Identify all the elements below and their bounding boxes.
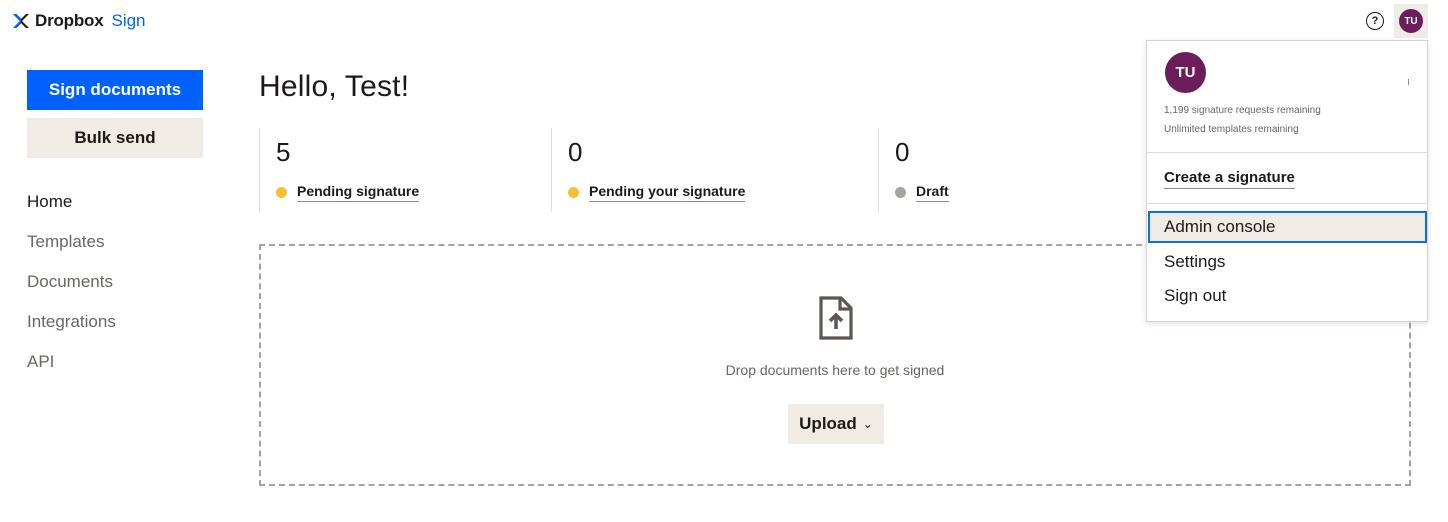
user-dropdown-menu: TU 1,199 signature requests remaining Un… bbox=[1146, 40, 1428, 322]
upload-button[interactable]: Upload ⌄ bbox=[788, 404, 884, 444]
document-upload-icon bbox=[819, 296, 853, 340]
upload-label: Upload bbox=[799, 414, 857, 433]
dropzone-text: Drop documents here to get signed bbox=[725, 362, 945, 378]
menu-item-sign-out[interactable]: Sign out bbox=[1148, 280, 1427, 312]
sign-documents-button[interactable]: Sign documents bbox=[27, 70, 203, 110]
status-dot bbox=[568, 187, 579, 198]
user-menu-button[interactable]: TU bbox=[1394, 4, 1428, 38]
menu-divider bbox=[1147, 203, 1427, 204]
avatar: TU bbox=[1399, 9, 1423, 33]
sidebar-nav: Home Templates Documents Integrations AP… bbox=[27, 190, 116, 390]
help-icon[interactable]: ? bbox=[1366, 12, 1384, 30]
stat-pending-your-signature: 0 Pending your signature bbox=[551, 128, 878, 212]
menu-divider bbox=[1147, 152, 1427, 153]
page-title: Hello, Test! bbox=[259, 70, 410, 103]
stat-count: 0 bbox=[568, 137, 583, 167]
stat-count: 5 bbox=[276, 137, 291, 167]
stat-count: 0 bbox=[895, 137, 910, 167]
brand-product: Sign bbox=[111, 11, 146, 30]
requests-remaining: 1,199 signature requests remaining bbox=[1164, 105, 1321, 116]
sidebar-item-api[interactable]: API bbox=[27, 350, 116, 390]
sidebar-item-documents[interactable]: Documents bbox=[27, 270, 116, 310]
dropbox-logo-icon bbox=[13, 14, 29, 28]
avatar: TU bbox=[1165, 52, 1206, 93]
bulk-send-button[interactable]: Bulk send bbox=[27, 118, 203, 158]
brand-name: Dropbox bbox=[35, 11, 104, 30]
sidebar-item-home[interactable]: Home bbox=[27, 190, 116, 230]
status-dot bbox=[276, 187, 287, 198]
status-dot bbox=[895, 187, 906, 198]
dropbox-sign-logo[interactable]: Dropbox Sign bbox=[12, 10, 146, 32]
menu-caret bbox=[1408, 79, 1409, 85]
stat-link[interactable]: Pending your signature bbox=[589, 183, 746, 202]
sidebar-item-templates[interactable]: Templates bbox=[27, 230, 116, 270]
templates-remaining: Unlimited templates remaining bbox=[1164, 124, 1299, 135]
stat-link[interactable]: Draft bbox=[916, 183, 949, 202]
stat-draft: 0 Draft bbox=[878, 128, 1138, 212]
stat-pending-signature: 5 Pending signature bbox=[259, 128, 551, 212]
sidebar-item-integrations[interactable]: Integrations bbox=[27, 310, 116, 350]
menu-item-settings[interactable]: Settings bbox=[1148, 246, 1427, 278]
create-signature-link[interactable]: Create a signature bbox=[1164, 169, 1295, 189]
help-glyph: ? bbox=[1371, 15, 1379, 27]
stat-link[interactable]: Pending signature bbox=[297, 183, 420, 202]
menu-item-admin-console[interactable]: Admin console bbox=[1148, 211, 1427, 243]
chevron-down-icon: ⌄ bbox=[862, 417, 873, 431]
